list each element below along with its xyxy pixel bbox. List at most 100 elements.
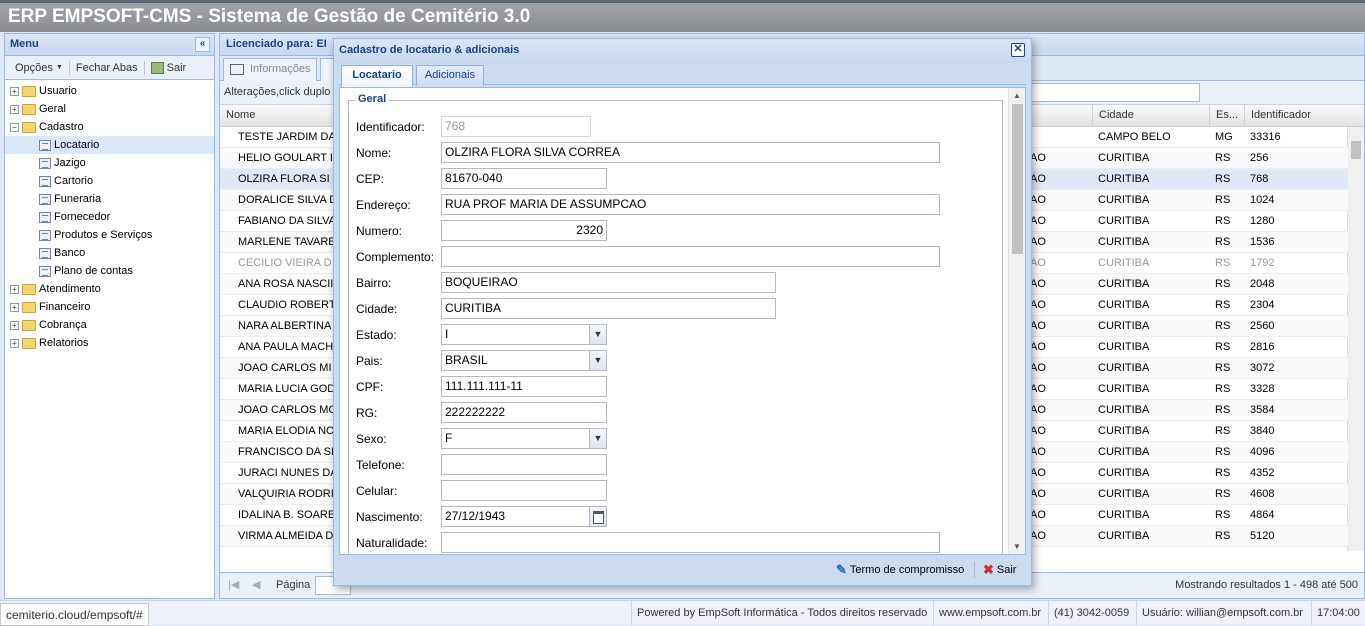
tree-node-jazigo[interactable]: Jazigo [5,154,214,172]
first-page-icon[interactable]: |◀ [228,578,239,591]
clock-text: 17:04:00 [1311,601,1365,625]
cell-city: CURITIBA [1098,257,1150,269]
cell-city: CURITIBA [1098,236,1150,248]
expand-icon[interactable]: + [10,86,19,96]
tree-node-cartorio[interactable]: Cartorio [5,172,214,190]
calendar-icon[interactable] [589,507,606,526]
cidade-input[interactable]: CURITIBA [441,298,776,319]
tree-node-usuario[interactable]: + Usuario [5,82,214,100]
filter-input[interactable] [1010,83,1200,102]
status-bar: cemiterio.cloud/empsoft/# Powered by Emp… [0,600,1365,626]
field-row-nascimento: Nascimento: 27/12/1943 [356,506,956,528]
expand-icon[interactable]: + [10,302,19,312]
tree-node-cadastro[interactable]: − Cadastro [5,118,214,136]
complemento-input[interactable] [441,246,940,267]
rg-input[interactable]: 222222222 [441,402,607,423]
tab-locatario-form[interactable]: Locatario [341,65,413,87]
close-tabs-button[interactable]: Fechar Abas [70,62,144,74]
grid-scrollbar[interactable] [1347,127,1364,551]
expand-icon[interactable]: + [10,104,19,114]
tree-node-financeiro[interactable]: + Financeiro [5,298,214,316]
cell-address: AO [1030,425,1046,437]
tree-node-fornecedor[interactable]: Fornecedor [5,208,214,226]
cell-name: IDALINA B. SOARE [238,509,336,521]
field-row-cep: CEP: 81670-040 [356,168,956,190]
tree-node-atendimento[interactable]: + Atendimento [5,280,214,298]
terms-button[interactable]: ✎ Termo de compromisso [836,562,964,578]
tree-node-plano-de-contas[interactable]: Plano de contas [5,262,214,280]
cpf-input[interactable]: 111.111.111-11 [441,376,607,397]
tab-informacoes[interactable]: Informações [223,58,317,81]
cell-id: 1792 [1250,257,1275,269]
close-dialog-icon[interactable]: ✕ [1011,43,1025,57]
cell-name: ANA ROSA NASCII [238,278,334,290]
tree-node-banco[interactable]: Banco [5,244,214,262]
expand-icon[interactable]: + [10,284,19,294]
exit-label: Sair [166,61,187,74]
field-label: Pais: [356,354,383,368]
cell-id: 3840 [1250,425,1275,437]
chevron-down-icon[interactable]: ▼ [589,429,606,448]
tree-node-geral[interactable]: + Geral [5,100,214,118]
cell-city: CURITIBA [1098,383,1150,395]
powered-by-text: Powered by EmpSoft Informática - Todos d… [631,601,932,625]
expand-icon[interactable]: + [10,338,19,348]
expand-icon[interactable]: + [10,320,19,330]
naturalidade-input[interactable] [441,532,940,553]
tree-node-produtos-e-servi-os[interactable]: Produtos e Serviços [5,226,214,244]
field-label: Numero: [356,224,403,238]
scroll-down-icon[interactable]: ▼ [1013,542,1021,551]
tab-adicionais[interactable]: Adicionais [416,65,484,86]
site-link[interactable]: www.empsoft.com.br [933,601,1046,625]
tree-node-cobran-a[interactable]: + Cobrança [5,316,214,334]
tree-node-locatario[interactable]: Locatario [5,136,214,154]
nome-input[interactable]: OLZIRA FLORA SILVA CORREA [441,142,940,163]
scroll-up-icon[interactable]: ▲ [1013,91,1021,100]
form-icon [39,175,51,187]
tree-node-funeraria[interactable]: Funeraria [5,190,214,208]
menu-title: Menu [10,38,39,50]
cell-id: 5376 [1250,547,1274,551]
cep-input[interactable]: 81670-040 [441,168,607,189]
folder-icon [22,85,36,97]
cell-id: 2048 [1250,278,1275,290]
cell-city: CURITIBA [1098,152,1150,164]
form-scrollbar[interactable]: ▲ ▼ [1008,88,1025,554]
column-header-city[interactable]: Cidade [1092,105,1209,126]
prev-page-icon[interactable]: ◀ [252,578,260,591]
column-header-state[interactable]: Es... [1209,105,1244,126]
chevron-down-icon[interactable]: ▼ [589,351,606,370]
options-menu-button[interactable]: Opções ▼ [9,62,69,74]
field-label: Sexo: [356,432,387,446]
exit-button[interactable]: Sair [145,61,193,74]
collapse-menu-icon[interactable]: « [195,37,210,52]
pais-input[interactable]: BRASIL ▼ [441,350,607,371]
celular-input[interactable] [441,480,607,501]
cell-address: AO [1030,547,1046,551]
chevron-down-icon[interactable]: ▼ [589,325,606,344]
endere-o-input[interactable]: RUA PROF MARIA DE ASSUMPCAO [441,194,940,215]
cell-id: 256 [1250,152,1269,164]
nascimento-input[interactable]: 27/12/1943 [441,506,607,527]
telefone-input[interactable] [441,454,607,475]
numero-input[interactable]: 2320 [441,220,607,241]
collapse-icon[interactable]: − [10,122,19,132]
dialog-exit-button[interactable]: ✖ Sair [983,562,1016,578]
form-scroll-thumb[interactable] [1012,104,1023,254]
tree-node-relatorios[interactable]: + Relatorios [5,334,214,352]
user-text: Usuário: willian@empsoft.com.br [1136,601,1308,625]
form-icon [39,229,51,241]
cell-name: ANA PAULA MACH [238,341,334,353]
estado-input[interactable]: I ▼ [441,324,607,345]
cell-address: AO [1030,509,1046,521]
column-header-id[interactable]: Identificador [1244,105,1364,126]
cell-city: CURITIBA [1098,547,1149,551]
exit-icon [150,61,164,74]
bairro-input[interactable]: BOQUEIRAO [441,272,776,293]
cell-state: RS [1215,215,1231,227]
sexo-input[interactable]: F ▼ [441,428,607,449]
form-icon [39,211,51,223]
grid-scroll-thumb[interactable] [1351,141,1361,159]
cell-state: RS [1215,152,1231,164]
form-icon [39,247,51,259]
